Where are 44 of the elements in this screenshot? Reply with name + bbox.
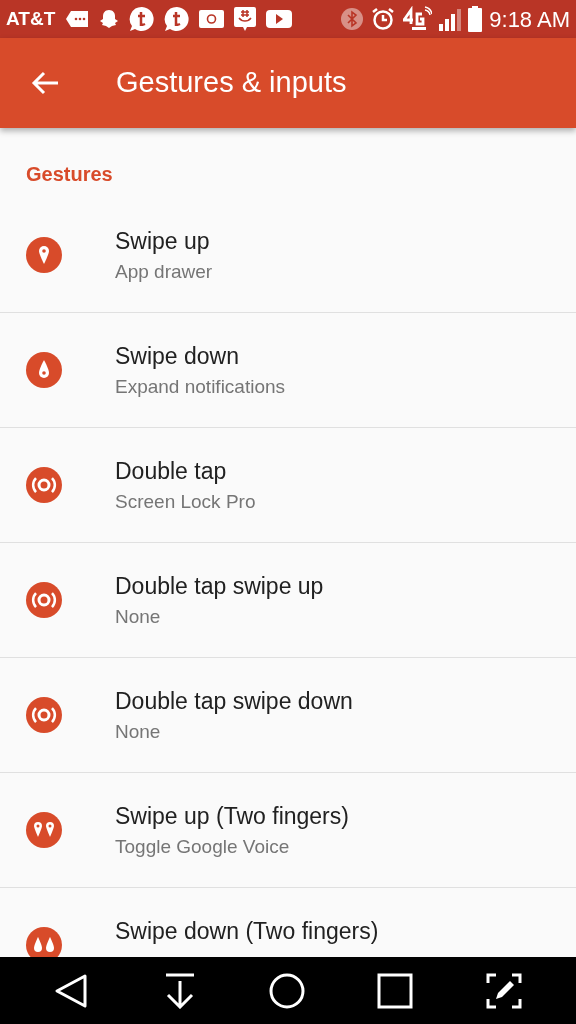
screen-title: Gestures & inputs	[116, 65, 347, 101]
row-subtitle: Screen Lock Pro	[115, 490, 256, 514]
settings-row[interactable]: Double tap swipe up None	[0, 543, 576, 658]
row-title: Swipe up	[115, 227, 211, 256]
section-header: Gestures	[25, 162, 114, 187]
smiley-chat-icon	[233, 6, 258, 32]
two-drops-icon	[26, 927, 62, 957]
row-title: Swipe down	[115, 342, 241, 371]
chat-bubble-icon	[164, 6, 191, 32]
settings-row[interactable]: Double tap Screen Lock Pro	[0, 428, 576, 543]
row-title: Swipe up (Two fingers)	[115, 802, 349, 831]
settings-row[interactable]: Double tap swipe down None	[0, 658, 576, 773]
recents-button[interactable]	[377, 972, 414, 1009]
row-subtitle: Toggle Google Voice	[115, 835, 291, 859]
row-title: Double tap swipe down	[115, 687, 353, 716]
row-title: Double tap swipe up	[115, 572, 324, 601]
pin-icon	[26, 237, 62, 273]
home-button[interactable]	[268, 972, 305, 1009]
alarm-icon	[371, 7, 396, 31]
row-title: Swipe down (Two fingers)	[115, 917, 379, 946]
row-subtitle: None	[115, 720, 162, 744]
battery-icon	[468, 6, 483, 32]
two-pins-icon	[26, 812, 62, 848]
screenshot-edit-button[interactable]	[485, 972, 522, 1009]
settings-row[interactable]: Swipe up App drawer	[0, 198, 576, 313]
row-title: Double tap	[115, 457, 228, 486]
chat-bubble-icon	[129, 6, 156, 32]
row-subtitle: Expand notifications	[115, 375, 286, 399]
drop-icon	[26, 352, 62, 388]
settings-row[interactable]: Swipe down Expand notifications	[0, 313, 576, 428]
back-arrow-icon	[31, 71, 59, 95]
play-icon	[266, 9, 293, 29]
ring-icon	[26, 467, 62, 503]
clock-time: 9:18 AM	[489, 5, 570, 34]
bluetooth-icon	[340, 7, 365, 31]
message-icon	[65, 10, 90, 28]
ring-icon	[26, 697, 62, 733]
signal-icon	[439, 7, 462, 31]
row-subtitle: None	[115, 605, 162, 629]
ring-icon	[26, 582, 62, 618]
network-4g-icon	[402, 6, 433, 32]
settings-row[interactable]: Swipe up (Two fingers) Toggle Google Voice	[0, 773, 576, 888]
row-subtitle: App drawer	[115, 260, 213, 284]
carrier-label: AT&T	[6, 6, 56, 31]
